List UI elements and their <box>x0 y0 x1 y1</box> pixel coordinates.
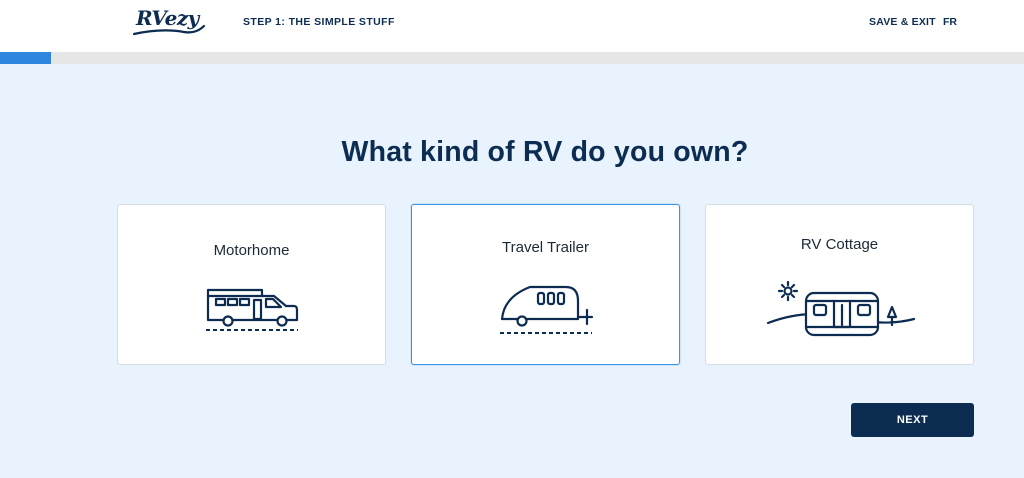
rvezy-logo[interactable]: RVezy <box>132 4 206 40</box>
option-label-rv-cottage: RV Cottage <box>800 236 879 253</box>
motorhome-icon <box>206 288 299 331</box>
option-card-rv-cottage[interactable]: RV Cottage <box>705 204 974 365</box>
option-card-travel-trailer[interactable]: Travel Trailer <box>411 204 680 365</box>
option-card-motorhome[interactable]: Motorhome <box>117 204 386 365</box>
rv-cottage-icon <box>766 280 916 337</box>
save-exit-link[interactable]: SAVE & EXIT <box>869 16 936 28</box>
option-label-travel-trailer: Travel Trailer <box>502 239 589 256</box>
option-label-motorhome: Motorhome <box>213 242 290 259</box>
travel-trailer-icon <box>500 285 594 334</box>
next-button[interactable]: NEXT <box>851 403 974 437</box>
language-toggle[interactable]: FR <box>943 16 957 28</box>
logo-text: RVezy <box>136 6 199 30</box>
progress-track <box>0 52 1024 64</box>
progress-fill <box>0 52 51 64</box>
step-indicator: STEP 1: THE SIMPLE STUFF <box>243 16 395 28</box>
page-title: What kind of RV do you own? <box>341 136 749 168</box>
top-header: RVezy STEP 1: THE SIMPLE STUFF SAVE & EX… <box>0 0 1024 52</box>
